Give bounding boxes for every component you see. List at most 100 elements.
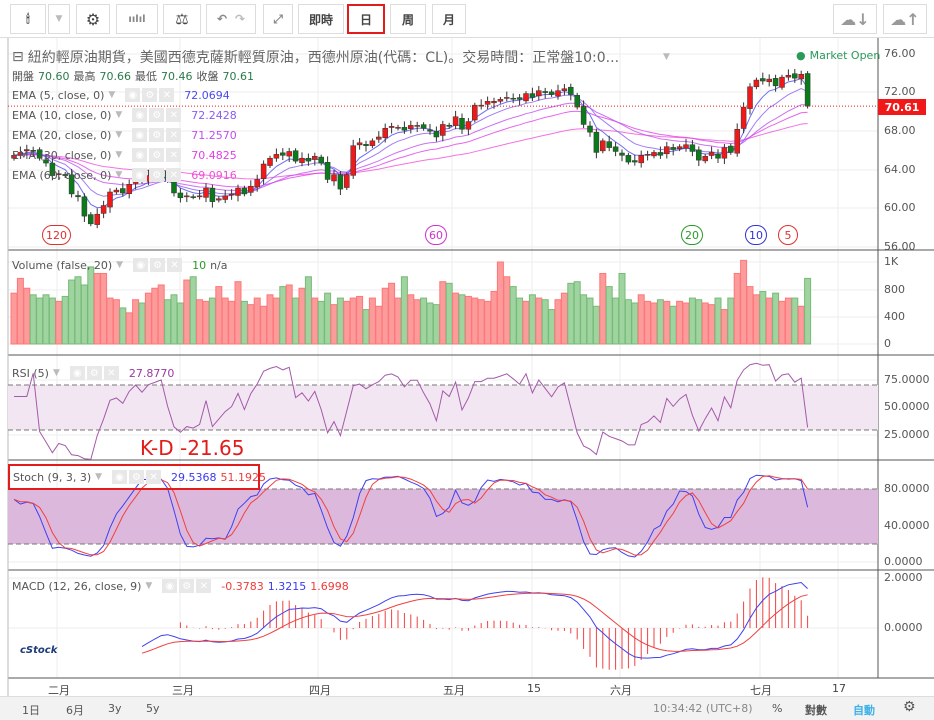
chevron-down-icon[interactable]: ▼ <box>108 90 115 100</box>
candle <box>286 151 292 157</box>
chevron-down-icon[interactable]: ▼ <box>115 110 122 120</box>
range-5y[interactable]: 5y <box>146 702 160 715</box>
close-icon[interactable]: ✕ <box>166 168 182 182</box>
range-1d[interactable]: 1日 <box>22 702 40 718</box>
undo-icon[interactable]: ↶ <box>217 12 227 26</box>
chevron-down-icon[interactable]: ▼ <box>53 368 60 378</box>
eye-icon[interactable]: ◉ <box>125 88 141 102</box>
candle <box>587 125 593 133</box>
eye-icon[interactable]: ◉ <box>133 258 149 272</box>
close-icon[interactable]: ✕ <box>196 579 212 593</box>
gear-icon[interactable]: ⚙ <box>150 258 166 272</box>
gear-icon[interactable]: ⚙ <box>179 579 195 593</box>
eye-icon[interactable]: ◉ <box>112 470 128 484</box>
market-status-text: Market Open <box>809 49 881 62</box>
cloud-upload-button[interactable]: ☁↑ <box>883 4 927 34</box>
eye-icon[interactable]: ◉ <box>132 168 148 182</box>
auto-toggle[interactable]: 自動 <box>853 702 875 718</box>
chevron-down-icon[interactable]: ▼ <box>115 130 122 140</box>
collapse-icon[interactable]: ⊟ <box>12 49 24 65</box>
indicators-button[interactable]: ıılıl <box>116 4 158 34</box>
candle <box>760 78 766 82</box>
volume-bar <box>343 300 351 345</box>
candle <box>600 140 606 152</box>
gear-icon[interactable]: ⚙ <box>903 699 916 715</box>
log-toggle[interactable]: 對數 <box>805 702 827 718</box>
chevron-down-icon[interactable]: ▼ <box>663 52 670 62</box>
tab-week[interactable]: 周 <box>390 4 426 34</box>
gear-icon[interactable]: ⚙ <box>149 148 165 162</box>
volume-bar <box>400 276 408 345</box>
chevron-down-icon[interactable]: ▼ <box>95 472 102 482</box>
gear-icon[interactable]: ⚙ <box>149 128 165 142</box>
chevron-down-icon[interactable]: ▼ <box>115 170 122 180</box>
gear-icon[interactable]: ⚙ <box>149 108 165 122</box>
gear-icon[interactable]: ⚙ <box>142 88 158 102</box>
gear-icon[interactable]: ⚙ <box>86 366 102 380</box>
chevron-down-icon[interactable]: ▼ <box>115 150 122 160</box>
close-icon[interactable]: ✕ <box>166 108 182 122</box>
volume-bar <box>151 287 159 345</box>
eye-icon[interactable]: ◉ <box>132 108 148 122</box>
volume-bar <box>234 281 242 345</box>
volume-bar <box>253 297 261 345</box>
volume-bar <box>580 294 588 345</box>
range-6m[interactable]: 6月 <box>66 702 84 718</box>
eye-icon[interactable]: ◉ <box>69 366 85 380</box>
ema-label: EMA (30, close, 0) <box>12 148 112 162</box>
close-icon[interactable]: ✕ <box>103 366 119 380</box>
volume-bar <box>202 300 210 345</box>
volume-bar <box>87 266 95 345</box>
axis-tick-label: 0.0000 <box>884 621 923 634</box>
eye-icon[interactable]: ◉ <box>132 128 148 142</box>
tab-month[interactable]: 月 <box>432 4 466 34</box>
volume-bar <box>272 297 280 345</box>
chart-type-button[interactable]: 🕯 <box>10 4 46 34</box>
close-icon[interactable]: ✕ <box>166 148 182 162</box>
chart-type-dropdown[interactable]: ▼ <box>48 4 70 34</box>
candle <box>459 118 465 130</box>
candle <box>184 195 190 198</box>
tab-day[interactable]: 日 <box>347 4 385 34</box>
fullscreen-button[interactable]: ⤢ <box>263 4 293 34</box>
chevron-down-icon[interactable]: ▼ <box>145 581 152 591</box>
eye-icon[interactable]: ◉ <box>162 579 178 593</box>
gear-icon: ⚙ <box>85 9 101 29</box>
volume-bar <box>669 305 677 345</box>
range-3y[interactable]: 3y <box>108 702 122 715</box>
volume-bar <box>701 302 709 345</box>
redo-icon[interactable]: ↷ <box>235 12 245 26</box>
candle <box>689 144 696 152</box>
percent-toggle[interactable]: % <box>772 702 782 715</box>
axis-tick-label: 2.0000 <box>884 571 923 584</box>
volume-bar <box>496 261 504 345</box>
volume-bar <box>55 300 63 345</box>
volume-bar <box>797 305 805 345</box>
close-icon[interactable]: ✕ <box>167 258 183 272</box>
volume-bar <box>688 297 696 345</box>
candle <box>94 213 100 225</box>
rsi-label: RSI (5) <box>12 366 49 380</box>
candle <box>88 214 94 225</box>
candle <box>356 142 363 146</box>
volume-bar <box>68 279 76 345</box>
macd-signal-value: 1.6998 <box>310 579 349 593</box>
volume-bar <box>93 272 101 345</box>
candle <box>196 195 203 198</box>
compare-button[interactable]: ⚖ <box>163 4 201 34</box>
gear-icon[interactable]: ⚙ <box>129 470 145 484</box>
candle <box>420 124 427 129</box>
candle <box>638 155 644 164</box>
tab-realtime[interactable]: 即時 <box>298 4 344 34</box>
gear-icon[interactable]: ⚙ <box>149 168 165 182</box>
volume-bar <box>573 281 581 345</box>
close-icon[interactable]: ✕ <box>146 470 162 484</box>
volume-bar <box>61 295 69 345</box>
volume-bar <box>592 305 600 345</box>
close-icon[interactable]: ✕ <box>166 128 182 142</box>
close-icon[interactable]: ✕ <box>159 88 175 102</box>
cloud-download-button[interactable]: ☁↓ <box>833 4 877 34</box>
chevron-down-icon[interactable]: ▼ <box>116 260 123 270</box>
settings-button[interactable]: ⚙ <box>76 4 110 34</box>
eye-icon[interactable]: ◉ <box>132 148 148 162</box>
